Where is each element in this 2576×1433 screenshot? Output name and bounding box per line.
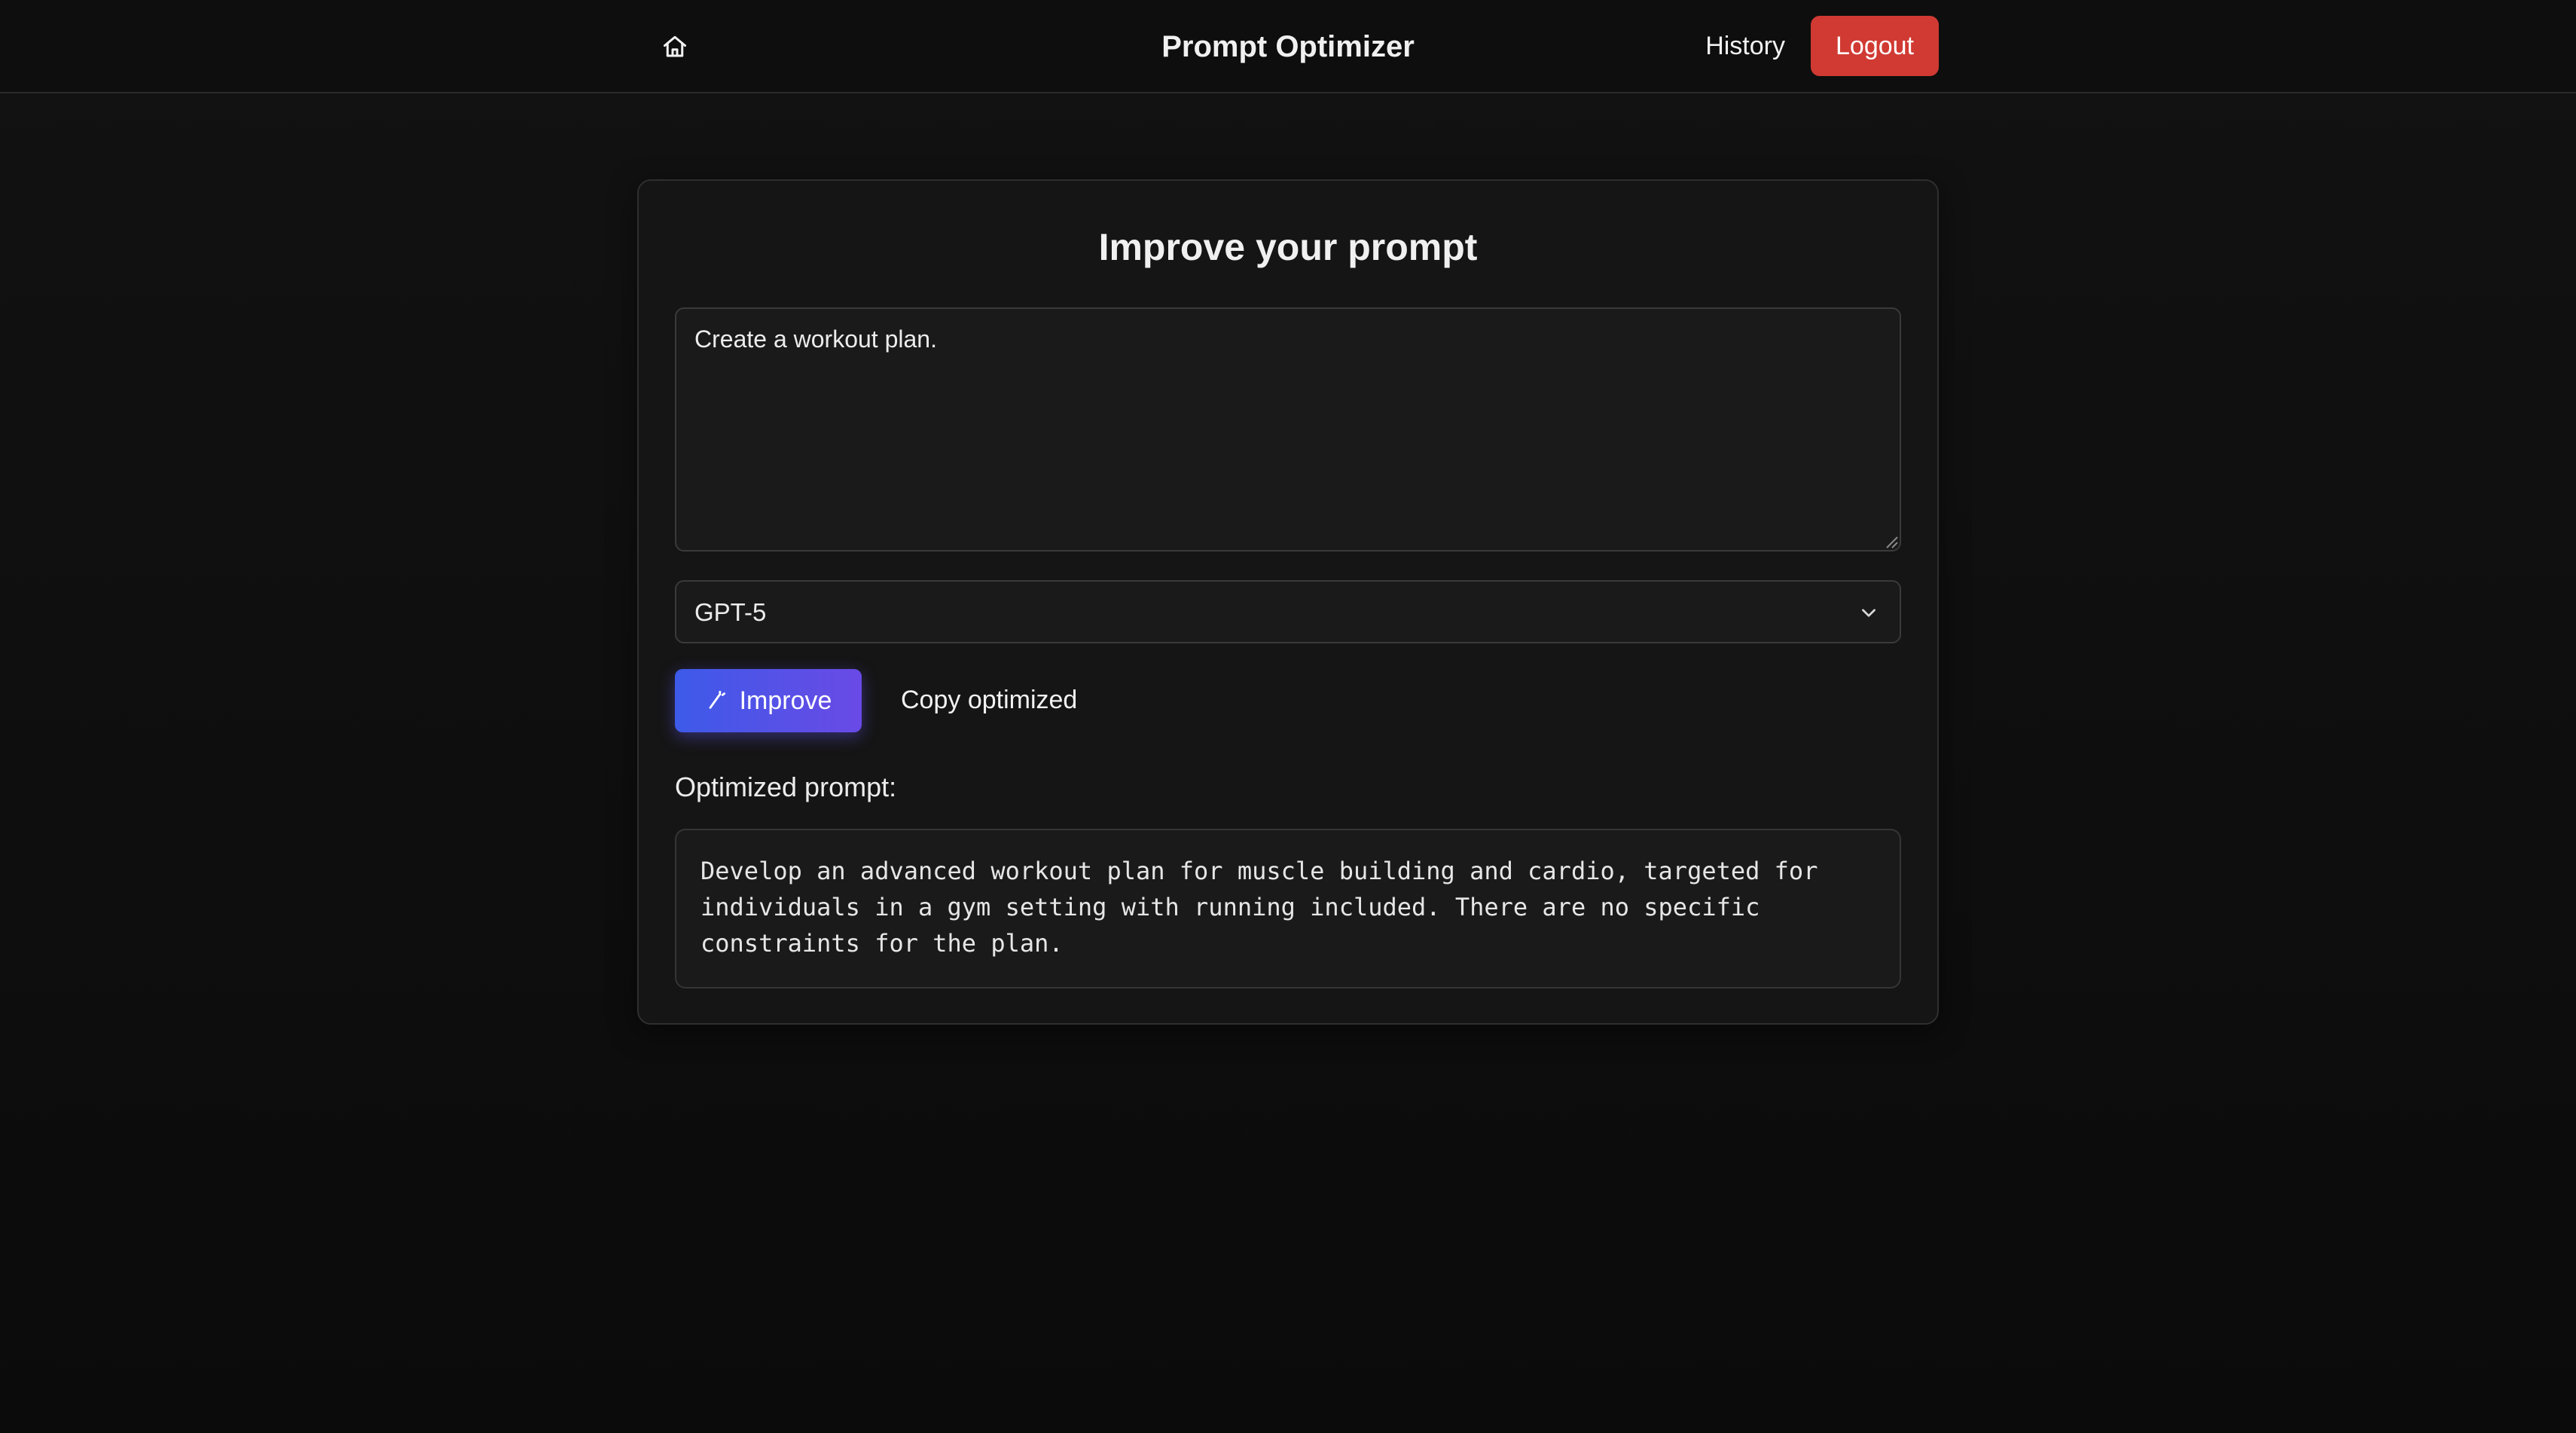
navbar-inner: Prompt Optimizer History Logout: [637, 0, 1939, 93]
improve-prompt-card: Improve your prompt Create a workout pla…: [637, 179, 1939, 1025]
optimized-prompt-text: Develop an advanced workout plan for mus…: [700, 857, 1818, 958]
home-button[interactable]: [660, 32, 690, 62]
card-title: Improve your prompt: [1098, 226, 1478, 268]
copy-optimized-button[interactable]: Copy optimized: [901, 681, 1077, 719]
model-select[interactable]: GPT-5: [675, 580, 1901, 643]
model-select-value: GPT-5: [694, 598, 767, 626]
optimized-prompt-heading: Optimized prompt:: [675, 771, 897, 802]
improve-button[interactable]: Improve: [675, 669, 862, 732]
home-icon: [664, 35, 686, 57]
optimized-prompt-output: Develop an advanced workout plan for mus…: [675, 829, 1901, 988]
history-link[interactable]: History: [1705, 29, 1785, 63]
improve-button-label: Improve: [739, 686, 832, 715]
top-navbar: Prompt Optimizer History Logout: [0, 0, 2576, 93]
logout-button[interactable]: Logout: [1811, 16, 1939, 76]
chevron-down-icon: [1862, 609, 1876, 617]
magic-wand-icon: [709, 690, 725, 709]
prompt-input[interactable]: Create a workout plan.: [675, 307, 1901, 552]
